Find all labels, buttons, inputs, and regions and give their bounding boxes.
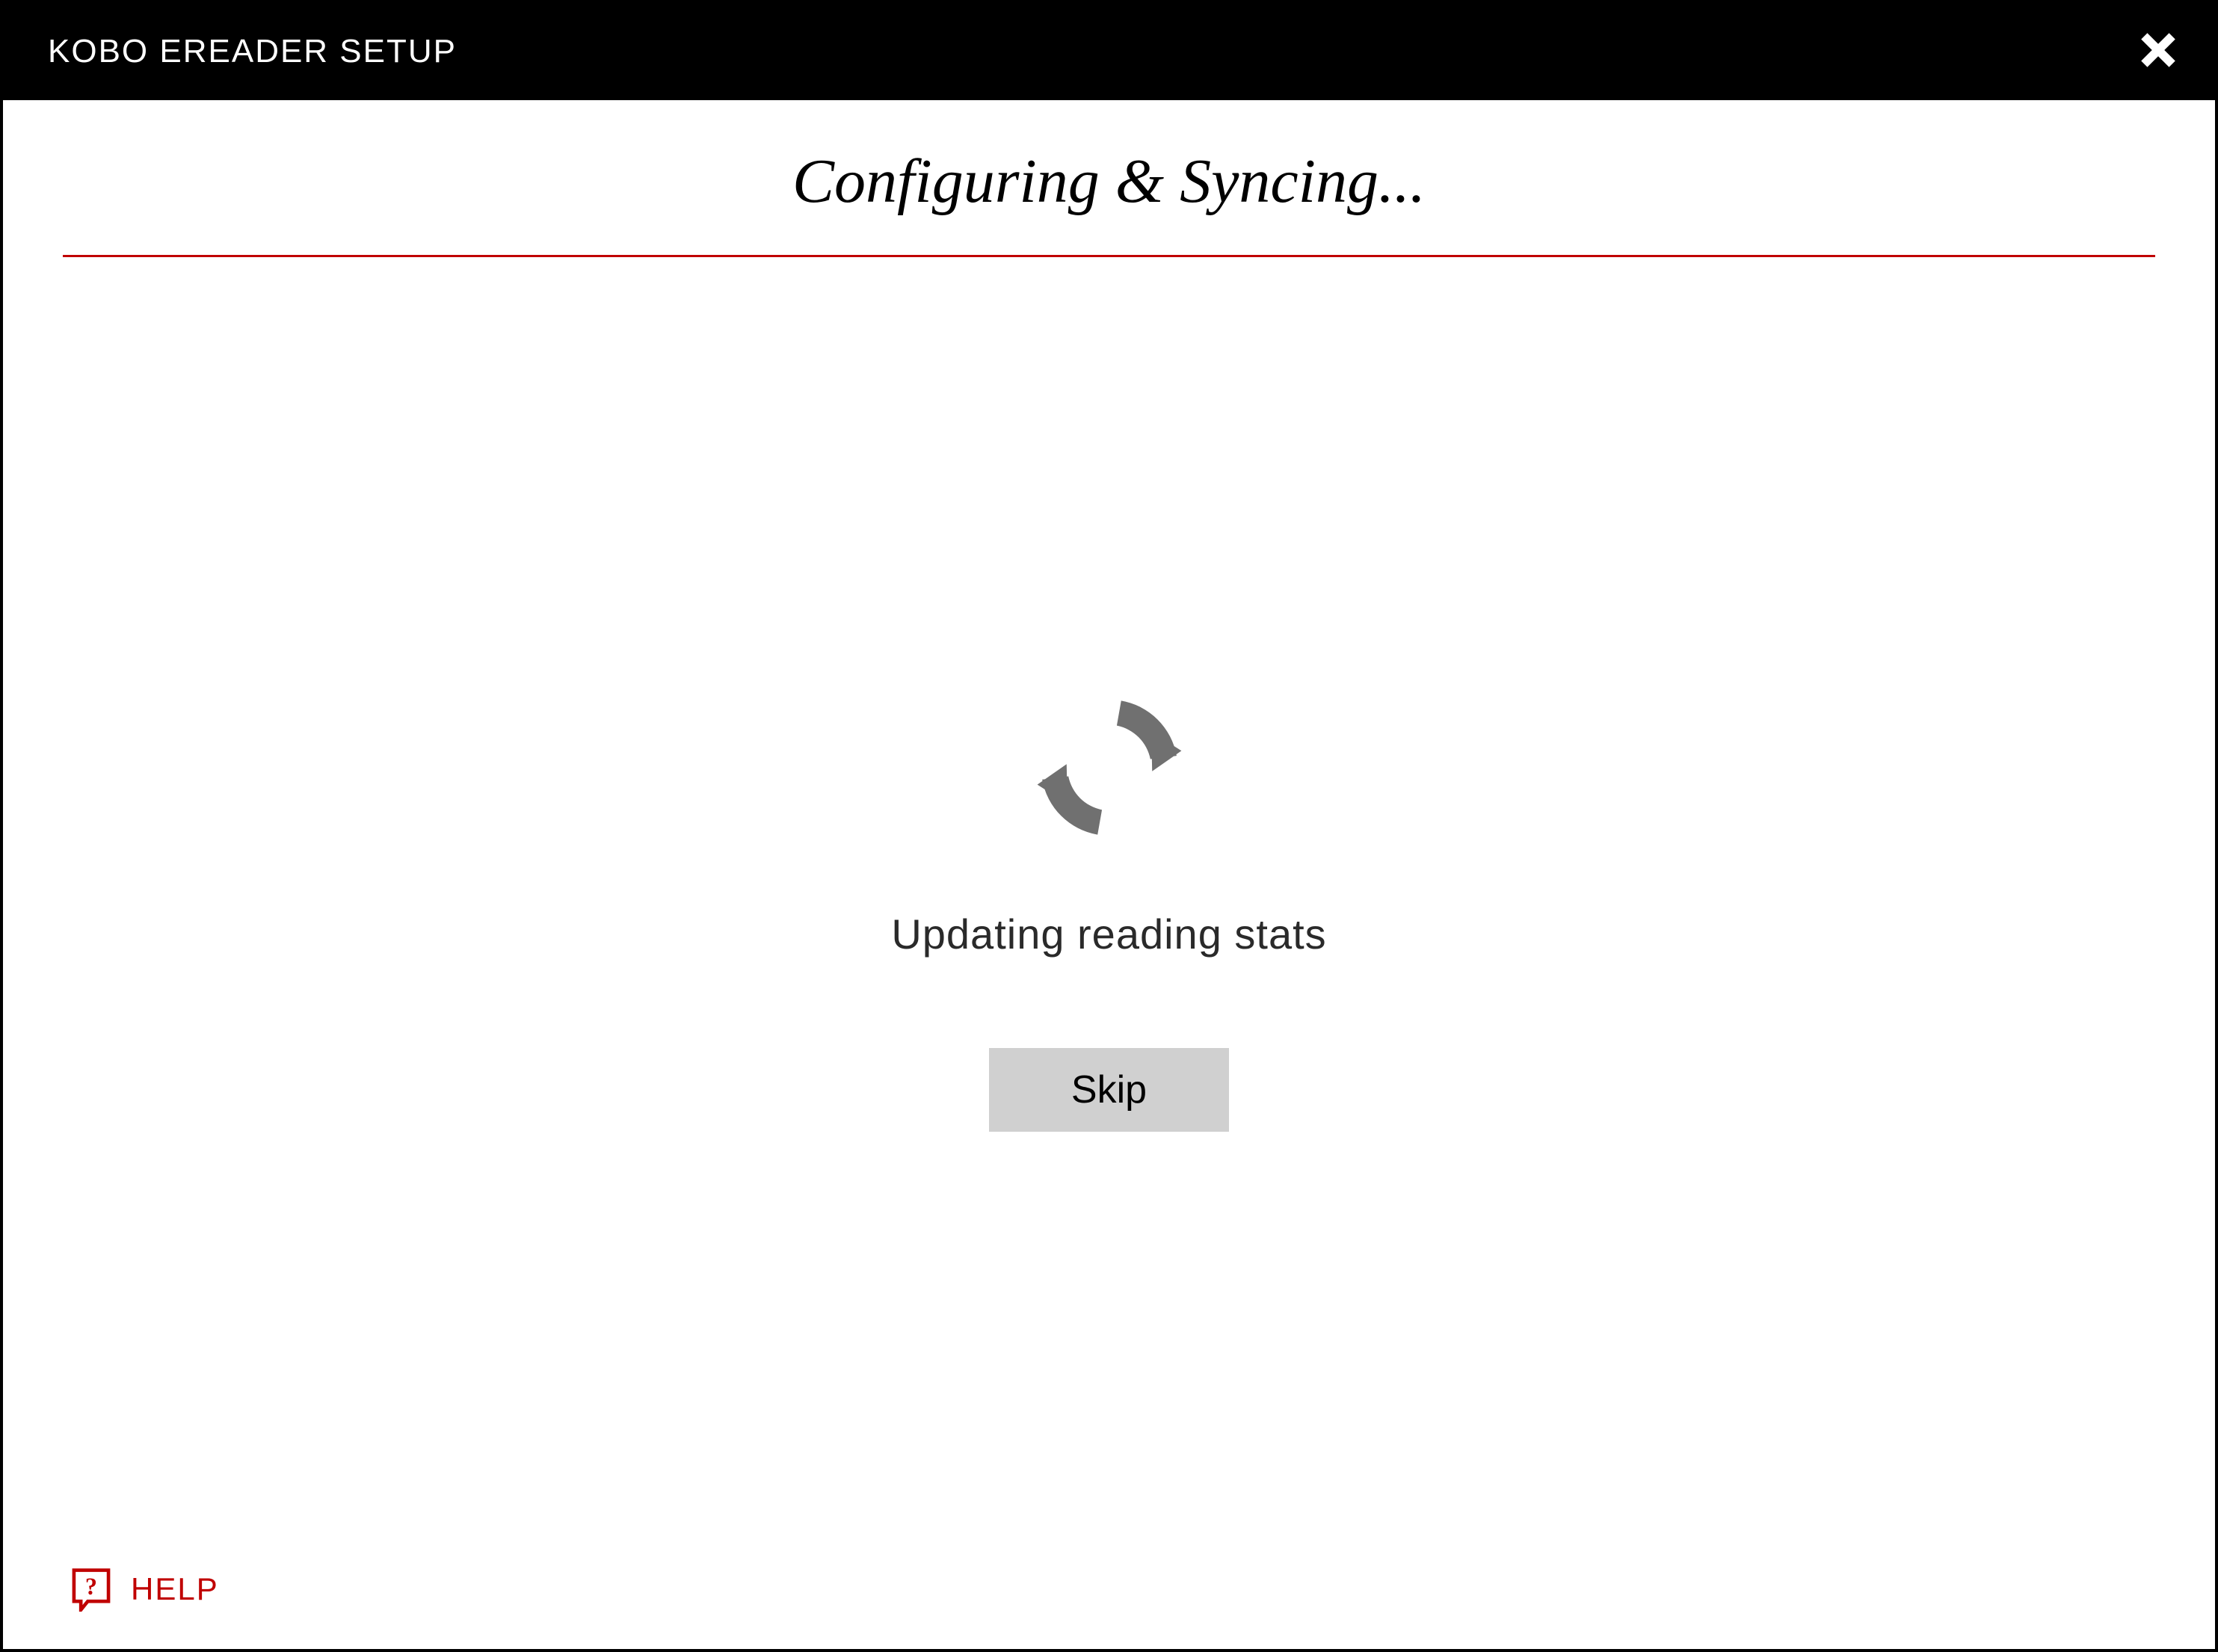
close-button[interactable] <box>2131 23 2185 81</box>
content-area: Configuring & Syncing... Updating readin… <box>3 100 2215 1649</box>
status-message: Updating reading stats <box>891 910 1326 958</box>
close-icon <box>2137 29 2179 71</box>
help-icon: ? <box>70 1567 112 1612</box>
window-title: KOBO EREADER SETUP <box>48 33 457 70</box>
titlebar: KOBO EREADER SETUP <box>3 3 2215 100</box>
sync-icon <box>1012 671 1207 865</box>
help-label: HELP <box>131 1571 219 1607</box>
skip-button[interactable]: Skip <box>989 1048 1229 1132</box>
sync-status-area: Updating reading stats Skip <box>63 182 2155 1619</box>
help-button[interactable]: ? HELP <box>70 1567 219 1612</box>
app-window: KOBO EREADER SETUP Configuring & Syncing… <box>0 0 2218 1652</box>
svg-text:?: ? <box>85 1573 97 1600</box>
